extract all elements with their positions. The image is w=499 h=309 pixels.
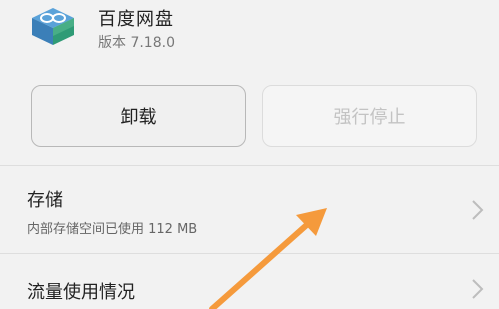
chevron-right-icon: [471, 199, 485, 221]
force-stop-button[interactable]: 强行停止: [262, 85, 477, 147]
data-usage-row[interactable]: 流量使用情况: [0, 254, 499, 309]
storage-row[interactable]: 存储 内部存储空间已使用 112 MB: [0, 166, 499, 252]
chevron-right-icon: [471, 278, 485, 300]
app-info-screen: 百度网盘 版本 7.18.0 卸载 强行停止 存储 内部存储空间已使用 112 …: [0, 0, 499, 309]
uninstall-button[interactable]: 卸载: [31, 85, 246, 147]
app-header: 百度网盘 版本 7.18.0: [0, 0, 499, 70]
data-usage-title: 流量使用情况: [27, 282, 135, 303]
app-name: 百度网盘: [98, 9, 174, 30]
storage-usage-text: 内部存储空间已使用 112 MB: [27, 222, 198, 237]
app-version: 版本 7.18.0: [98, 35, 175, 51]
storage-title: 存储: [27, 190, 63, 211]
baidu-netdisk-cube-icon: [28, 6, 78, 46]
